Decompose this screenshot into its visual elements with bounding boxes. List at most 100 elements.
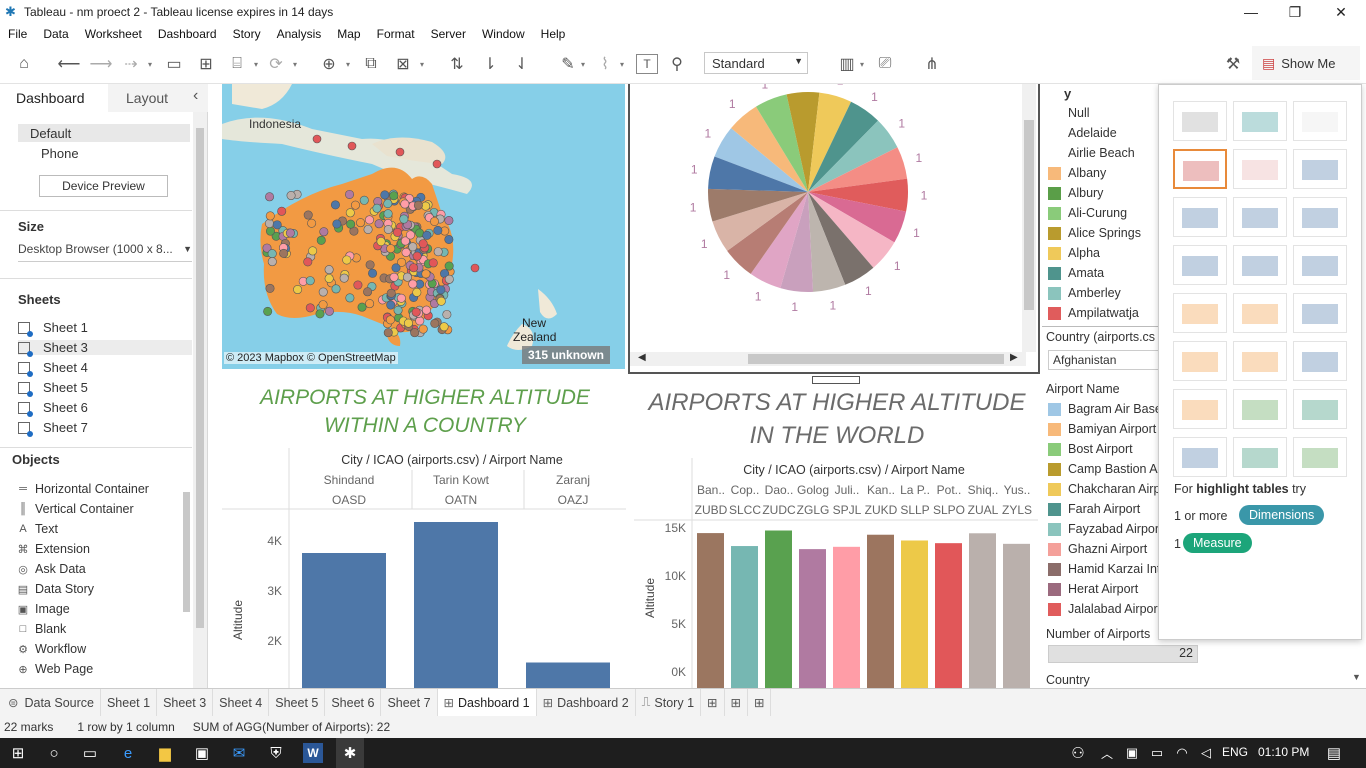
- airport-dot[interactable]: [303, 257, 313, 267]
- object-item[interactable]: ⚙ Workflow: [16, 642, 86, 656]
- airport-dot[interactable]: [429, 216, 439, 226]
- airport-dot[interactable]: [264, 218, 274, 228]
- menu-window[interactable]: Window: [474, 27, 533, 41]
- unknown-indicator[interactable]: 315 unknown: [522, 346, 611, 364]
- tab-sheet-6[interactable]: Sheet 6: [325, 688, 382, 717]
- airport-dot[interactable]: [380, 190, 390, 200]
- airport-dot[interactable]: [359, 195, 369, 205]
- menu-analysis[interactable]: Analysis: [269, 27, 330, 41]
- airport-dot[interactable]: [408, 279, 418, 289]
- airport-dot[interactable]: [432, 159, 442, 169]
- airport-dot[interactable]: [372, 203, 382, 213]
- airport-dot[interactable]: [430, 318, 440, 328]
- tab-sheet-7[interactable]: Sheet 7: [381, 688, 438, 717]
- airport-dot[interactable]: [265, 226, 275, 236]
- legend-item[interactable]: Ampilatwatja: [1048, 306, 1160, 320]
- chart-type-thumb[interactable]: [1233, 437, 1287, 477]
- airport-dot[interactable]: [389, 191, 399, 201]
- new-worksheet-icon[interactable]: ⊕: [318, 54, 340, 74]
- airport-dot[interactable]: [267, 249, 277, 259]
- airport-dot[interactable]: [346, 219, 356, 229]
- airport-dot[interactable]: [286, 191, 296, 201]
- sheet-item[interactable]: Sheet 6: [18, 400, 88, 417]
- bar[interactable]: [526, 662, 610, 689]
- tablet-icon[interactable]: ▣: [1122, 743, 1142, 763]
- refresh-icon[interactable]: ⟳: [265, 54, 287, 74]
- airport-dot[interactable]: [421, 269, 431, 279]
- chart-type-thumb[interactable]: [1173, 149, 1227, 189]
- minimize-button[interactable]: —: [1228, 0, 1274, 24]
- legend-item[interactable]: Bost Airport: [1048, 442, 1160, 456]
- airport-dot[interactable]: [339, 273, 349, 283]
- legend-item[interactable]: Hamid Karzai Int: [1048, 562, 1160, 576]
- device-phone[interactable]: Phone: [41, 146, 79, 161]
- menu-map[interactable]: Map: [329, 27, 368, 41]
- airport-dot[interactable]: [263, 306, 273, 316]
- scroll-left-icon[interactable]: ◀: [638, 352, 646, 363]
- num-airports-slider[interactable]: 22: [1048, 645, 1198, 663]
- airport-dot[interactable]: [400, 199, 410, 209]
- object-item[interactable]: ◎ Ask Data: [16, 562, 86, 576]
- airport-dot[interactable]: [422, 230, 432, 240]
- legend-item[interactable]: Ali-Curung: [1048, 206, 1160, 220]
- object-item[interactable]: ═ Horizontal Container: [16, 482, 149, 496]
- bar[interactable]: [867, 534, 894, 688]
- bar-chart-world[interactable]: City / ICAO (airports.csv) / Airport Nam…: [634, 458, 1038, 688]
- airport-dot[interactable]: [324, 306, 334, 316]
- tab-sheet-3[interactable]: Sheet 3: [157, 688, 214, 717]
- airport-dot[interactable]: [293, 285, 303, 295]
- airport-dot[interactable]: [386, 244, 396, 254]
- duplicate-icon[interactable]: ⧉: [360, 54, 382, 74]
- airport-dot[interactable]: [409, 263, 419, 273]
- airport-dot[interactable]: [412, 251, 422, 261]
- airport-dot[interactable]: [332, 219, 342, 229]
- airport-dot[interactable]: [265, 192, 275, 202]
- airport-dot[interactable]: [385, 315, 395, 325]
- menu-dashboard[interactable]: Dashboard: [150, 27, 225, 41]
- legend-item[interactable]: Farah Airport: [1048, 502, 1160, 516]
- airport-dot[interactable]: [272, 220, 282, 230]
- airport-dot[interactable]: [342, 255, 352, 265]
- notifications-icon[interactable]: ▤: [1324, 743, 1344, 763]
- airport-dot[interactable]: [428, 258, 438, 268]
- tab-sheet-1[interactable]: Sheet 1: [101, 688, 158, 717]
- airport-dot[interactable]: [383, 199, 393, 209]
- object-item[interactable]: ⌘ Extension: [16, 542, 90, 556]
- airport-dot[interactable]: [312, 134, 322, 144]
- tableau-taskbar-icon[interactable]: ✱: [336, 738, 364, 768]
- chart-type-thumb[interactable]: [1293, 437, 1347, 477]
- airport-dot[interactable]: [402, 272, 412, 282]
- show-cards-icon[interactable]: ▥: [836, 54, 858, 74]
- chart-type-thumb[interactable]: [1233, 293, 1287, 333]
- home-icon[interactable]: ⌂: [13, 54, 35, 74]
- share-icon[interactable]: ⋔: [921, 54, 943, 74]
- scroll-right-icon[interactable]: ▶: [1010, 352, 1018, 363]
- chart-type-thumb[interactable]: [1173, 293, 1227, 333]
- menu-help[interactable]: Help: [533, 27, 574, 41]
- close-window-button[interactable]: ✕: [1318, 0, 1364, 24]
- bar[interactable]: [731, 546, 758, 688]
- sort-asc-icon[interactable]: ⇂: [479, 54, 501, 74]
- legend-item[interactable]: Fayzabad Airport: [1048, 522, 1160, 536]
- pin-icon[interactable]: ⚲: [666, 54, 688, 74]
- sheet-item[interactable]: Sheet 5: [18, 380, 88, 397]
- airport-dot[interactable]: [411, 307, 421, 317]
- chart-type-thumb[interactable]: [1173, 389, 1227, 429]
- airport-dot[interactable]: [444, 274, 454, 284]
- airport-dot[interactable]: [418, 239, 428, 249]
- airport-dot[interactable]: [383, 328, 393, 338]
- airport-dot[interactable]: [391, 263, 401, 273]
- legend-item[interactable]: Amberley: [1048, 286, 1160, 300]
- airport-dot[interactable]: [303, 210, 313, 220]
- airport-dot[interactable]: [365, 299, 375, 309]
- pie-vscroll-thumb[interactable]: [1024, 120, 1034, 310]
- airport-dot[interactable]: [363, 224, 373, 234]
- airport-dot[interactable]: [376, 237, 386, 247]
- airport-dot[interactable]: [331, 284, 341, 294]
- undo-icon[interactable]: ⟵: [58, 54, 81, 74]
- chart-type-thumb[interactable]: [1293, 245, 1347, 285]
- pause-updates-icon[interactable]: ⌸: [226, 54, 248, 74]
- airport-dot[interactable]: [307, 218, 317, 228]
- airport-dot[interactable]: [315, 309, 325, 319]
- airport-dot[interactable]: [265, 283, 275, 293]
